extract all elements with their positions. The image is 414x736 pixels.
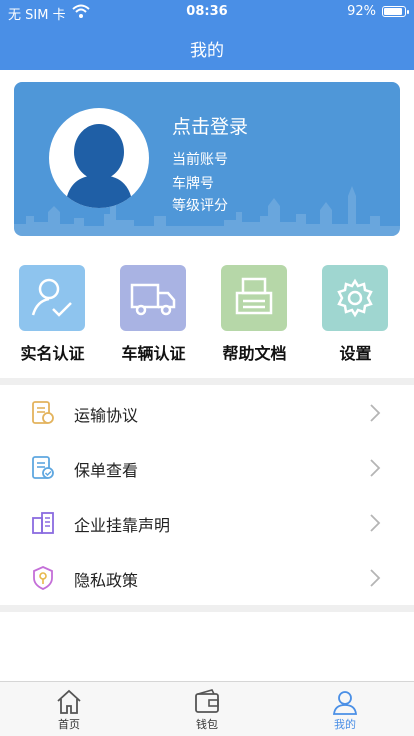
tab-label: 钱包	[196, 718, 218, 731]
battery-icon	[382, 6, 409, 17]
gear-icon	[322, 265, 388, 331]
menu-label: 企业挂靠声明	[74, 516, 171, 535]
tile-label: 设置	[339, 344, 372, 363]
tab-home[interactable]: 首页	[0, 682, 138, 736]
wallet-icon	[195, 689, 219, 713]
tab-bar: 首页 钱包 我的	[0, 681, 414, 736]
tile-label: 车辆认证	[121, 344, 186, 363]
tile-real-name-auth[interactable]: 实名认证	[2, 262, 103, 370]
login-prompt[interactable]: 点击登录	[172, 112, 248, 139]
tile-label: 实名认证	[20, 344, 85, 363]
status-bar: 无 SIM 卡 08:36 92%	[0, 0, 414, 24]
chevron-right-icon	[370, 404, 381, 422]
building-icon	[32, 512, 54, 534]
home-icon	[57, 689, 81, 714]
tab-wallet[interactable]: 钱包	[138, 682, 276, 736]
tab-mine[interactable]: 我的	[276, 682, 414, 736]
menu-item-privacy-policy[interactable]: 隐私政策	[0, 550, 414, 605]
chevron-right-icon	[370, 514, 381, 532]
user-check-icon	[19, 265, 85, 331]
menu-label: 隐私政策	[74, 571, 139, 590]
shield-key-icon	[33, 566, 53, 590]
menu-item-policy-view[interactable]: 保单查看	[0, 440, 414, 495]
feature-tiles: 实名认证 车辆认证 帮助文档 设置	[0, 262, 414, 370]
tile-vehicle-auth[interactable]: 车辆认证	[103, 262, 204, 370]
tab-label: 我的	[334, 718, 356, 731]
default-avatar-icon	[65, 124, 133, 208]
plate-number-label: 车牌号	[172, 176, 214, 192]
chevron-right-icon	[370, 569, 381, 587]
document-icon	[32, 401, 54, 424]
menu-label: 保单查看	[74, 461, 139, 480]
nav-bar: 我的	[0, 24, 414, 70]
truck-icon	[120, 265, 186, 331]
avatar[interactable]	[49, 108, 149, 208]
tile-settings[interactable]: 设置	[305, 262, 406, 370]
menu-label: 运输协议	[74, 406, 139, 425]
tile-label: 帮助文档	[222, 344, 287, 363]
printer-icon	[221, 265, 287, 331]
rating-label: 等级评分	[172, 198, 228, 214]
profile-card[interactable]: 点击登录 当前账号 车牌号 等级评分	[14, 82, 400, 236]
menu-item-enterprise-statement[interactable]: 企业挂靠声明	[0, 495, 414, 550]
current-account-label: 当前账号	[172, 152, 228, 168]
section-divider	[0, 605, 414, 612]
policy-icon	[32, 456, 54, 479]
user-icon	[332, 691, 358, 715]
section-divider	[0, 378, 414, 385]
menu-item-transport-agreement[interactable]: 运输协议	[0, 385, 414, 440]
tile-help-docs[interactable]: 帮助文档	[204, 262, 305, 370]
chevron-right-icon	[370, 459, 381, 477]
page-title: 我的	[190, 41, 224, 61]
tab-label: 首页	[58, 718, 80, 731]
battery-percent: 92%	[347, 4, 376, 19]
